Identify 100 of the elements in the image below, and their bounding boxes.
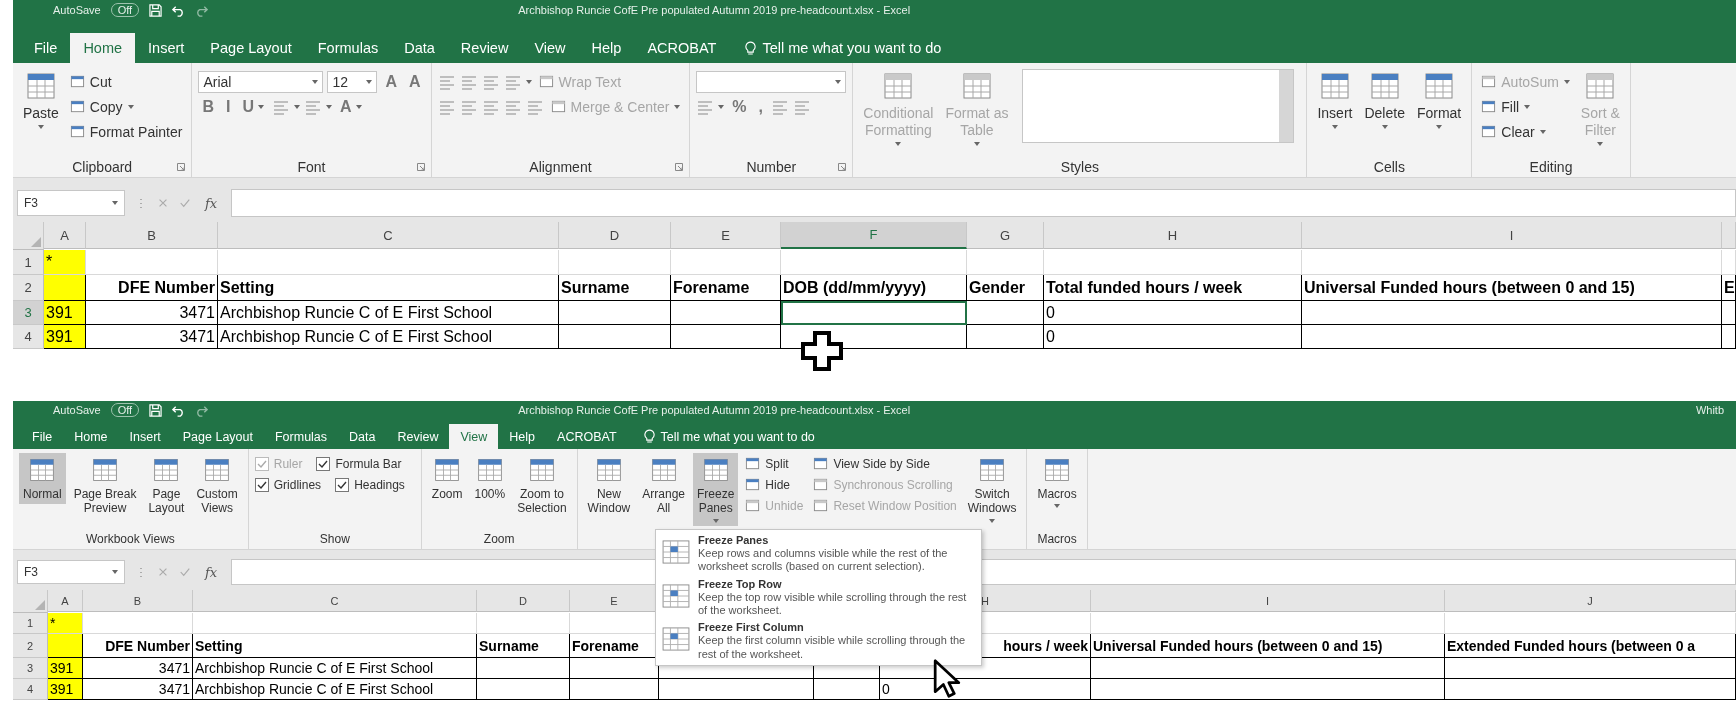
dialog-launcher-icon[interactable] [416,163,425,171]
ribbon-tab[interactable]: File [21,424,64,449]
toolbar-button[interactable]: A [404,72,425,91]
ribbon-button[interactable]: Delete [1360,67,1409,132]
ribbon-tab[interactable]: Formulas [304,33,392,63]
column-header[interactable]: B [83,590,193,612]
dropdown-field[interactable]: Arial [198,70,324,93]
dropdown-field[interactable] [696,70,847,93]
column-header[interactable] [1722,222,1736,249]
row-header[interactable]: 4 [13,679,48,700]
name-box[interactable]: F3 [17,190,125,216]
dialog-launcher-icon[interactable] [675,163,684,171]
ribbon-button[interactable]: 100% [470,453,510,505]
styles-gallery[interactable] [1022,69,1295,143]
row-header[interactable]: 1 [13,250,44,275]
ribbon-button[interactable]: Clear [1478,123,1549,140]
checkbox[interactable] [254,477,269,492]
ribbon-button[interactable]: Fill [1478,98,1534,115]
ribbon-tab[interactable]: Help [578,33,635,63]
row-header[interactable]: 2 [13,634,48,658]
row-header[interactable]: 3 [13,658,48,679]
ribbon-tab[interactable]: ACROBAT [634,33,730,63]
column-header[interactable]: F [781,222,967,249]
align-lines-icon[interactable] [481,73,500,90]
checkbox[interactable] [335,477,350,492]
column-header[interactable]: C [193,590,477,612]
ribbon-button[interactable]: View Side by Side [810,456,933,471]
ribbon-button[interactable]: Insert [1313,67,1357,132]
toolbar-button[interactable]: , [754,97,768,116]
row-header[interactable]: 2 [13,275,44,301]
ribbon-tab[interactable]: View [521,33,579,63]
toolbar-button[interactable]: % [728,97,751,116]
save-icon[interactable] [149,403,163,417]
select-all-corner[interactable] [13,222,44,250]
align-lines-icon[interactable] [437,98,456,115]
ribbon-button[interactable]: Format Painter [66,123,186,140]
align-lines-icon[interactable] [272,98,300,115]
align-lines-icon[interactable] [437,73,456,90]
dialog-launcher-icon[interactable] [838,163,847,171]
ribbon-tab[interactable]: Page Layout [197,33,305,63]
column-header[interactable]: B [86,222,218,249]
ribbon-button[interactable]: Arrange All [638,453,689,519]
ribbon-button[interactable]: Freeze Panes [693,453,739,526]
ribbon-tab[interactable]: ACROBAT [546,424,628,449]
toolbar-button[interactable]: A [336,97,366,116]
ribbon-tab[interactable]: Data [391,33,448,63]
ribbon-button[interactable]: Copy [66,98,137,115]
align-lines-icon[interactable] [481,98,500,115]
column-header[interactable]: J [1445,590,1736,612]
insert-function-button[interactable]: fx [201,564,222,580]
align-lines-icon[interactable] [304,98,332,115]
ribbon-button[interactable]: Custom Views [192,453,242,519]
ribbon-button[interactable]: Switch Windows [963,453,1021,526]
ribbon-button[interactable]: New Window [583,453,635,519]
align-lines-icon[interactable] [503,98,522,115]
column-header[interactable]: A [48,590,83,612]
ribbon-tab[interactable]: File [21,33,71,63]
align-lines-icon[interactable] [771,98,790,115]
ribbon-button[interactable]: Normal [19,453,66,505]
align-lines-icon[interactable] [696,98,725,115]
toolbar-button[interactable]: B [198,97,218,116]
ribbon-tab[interactable]: Review [386,424,450,449]
name-box[interactable]: F3 [17,560,125,584]
align-lines-icon[interactable] [459,73,478,90]
tell-me-search[interactable]: Tell me what you want to do [739,33,948,63]
column-header[interactable]: E [671,222,781,249]
formula-field[interactable] [231,189,1736,217]
row-header[interactable]: 4 [13,325,44,349]
dropdown-field[interactable]: 12 [327,70,378,93]
gallery-scrollbar[interactable] [1279,70,1294,142]
ribbon-button[interactable]: Macros [1033,453,1081,512]
align-lines-icon[interactable] [459,98,478,115]
column-header[interactable]: I [1091,590,1445,612]
ribbon-button[interactable]: Cut [66,73,115,90]
check-icon[interactable] [179,565,191,579]
toolbar-button[interactable]: A [381,72,401,91]
insert-function-button[interactable]: fx [201,195,222,211]
column-header[interactable]: C [218,222,559,249]
column-header[interactable]: G [967,222,1044,249]
row-header[interactable]: 1 [13,613,48,634]
save-icon[interactable] [149,3,163,17]
column-header[interactable]: D [559,222,671,249]
dialog-launcher-icon[interactable] [177,163,186,171]
ribbon-tab[interactable]: Insert [135,33,198,63]
ribbon-button[interactable]: Format [1412,67,1466,132]
check-icon[interactable] [179,196,191,210]
toolbar-button[interactable]: I [221,97,235,116]
align-lines-icon[interactable] [525,98,544,115]
ribbon-tab[interactable]: View [449,424,499,449]
ribbon-button[interactable]: Zoom to Selection [513,453,571,519]
ribbon-tab[interactable]: Page Layout [171,424,264,449]
ribbon-button[interactable]: Paste [19,67,63,132]
toolbar-button[interactable]: U [238,97,268,116]
ribbon-button[interactable]: Hide [742,477,794,492]
ribbon-tab[interactable]: Review [447,33,522,63]
ribbon-tab[interactable]: Formulas [263,424,339,449]
column-header[interactable]: D [477,590,570,612]
align-lines-icon[interactable] [793,98,812,115]
menu-item[interactable]: Freeze Panes Keep rows and columns visible while the rest of the worksheet scrolls (based on current selection). [656,532,981,576]
ribbon-tab[interactable]: Data [338,424,387,449]
